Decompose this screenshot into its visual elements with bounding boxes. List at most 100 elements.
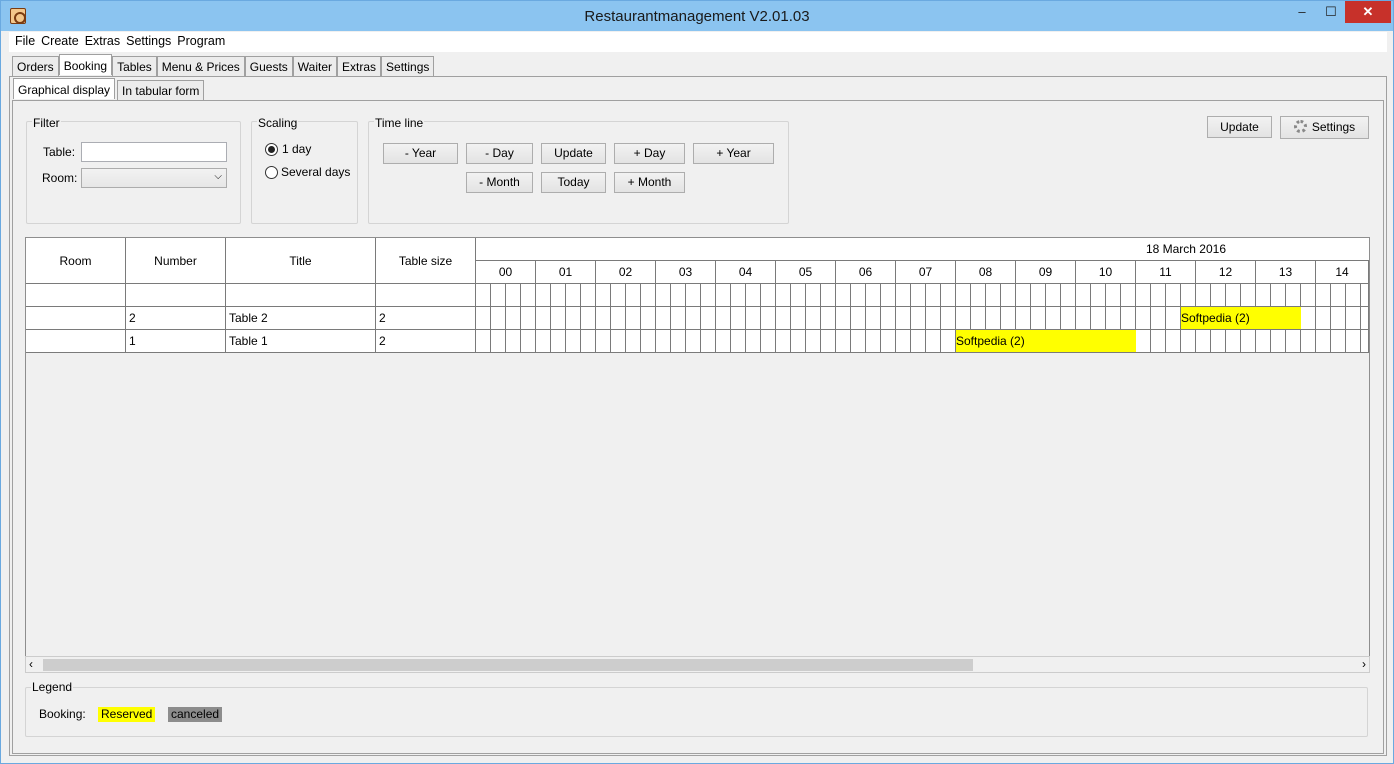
table-field[interactable] [81, 142, 227, 162]
time-slot[interactable] [761, 330, 776, 353]
time-slot[interactable] [641, 307, 656, 330]
time-slot[interactable] [971, 307, 986, 330]
close-button[interactable]: ✕ [1345, 1, 1391, 23]
time-slot[interactable] [791, 330, 806, 353]
time-slot[interactable] [1331, 330, 1346, 353]
tab-tabular-form[interactable]: In tabular form [117, 80, 205, 100]
time-slot[interactable] [866, 330, 881, 353]
time-slot[interactable] [1316, 284, 1331, 307]
time-slot[interactable] [761, 284, 776, 307]
time-slot[interactable] [1196, 330, 1211, 353]
settings-button[interactable]: Settings [1280, 116, 1369, 139]
maximize-button[interactable]: ☐ [1316, 1, 1346, 23]
time-slot[interactable] [1031, 284, 1046, 307]
time-slot[interactable] [656, 284, 671, 307]
time-slot[interactable] [476, 307, 491, 330]
time-slot[interactable] [1061, 284, 1076, 307]
time-slot[interactable] [491, 330, 506, 353]
time-slot[interactable] [1151, 307, 1166, 330]
minus-month-button[interactable]: - Month [466, 172, 533, 193]
time-slot[interactable] [926, 284, 941, 307]
time-slot[interactable] [1271, 330, 1286, 353]
scrollbar-thumb[interactable] [43, 659, 973, 671]
time-slot[interactable] [896, 330, 911, 353]
menu-extras[interactable]: Extras [82, 32, 123, 52]
time-slot[interactable] [851, 307, 866, 330]
time-slot[interactable] [746, 307, 761, 330]
time-slot[interactable] [656, 307, 671, 330]
scaling-1-day-radio[interactable] [265, 143, 278, 156]
room-select[interactable]: ⌵ [81, 168, 227, 188]
time-slot[interactable] [776, 284, 791, 307]
time-slot[interactable] [701, 284, 716, 307]
time-slot[interactable] [941, 284, 956, 307]
time-slot[interactable] [581, 284, 596, 307]
time-slot[interactable] [701, 330, 716, 353]
time-slot[interactable] [1316, 307, 1331, 330]
time-slot[interactable] [1256, 330, 1271, 353]
time-slot[interactable] [941, 307, 956, 330]
time-slot[interactable] [536, 307, 551, 330]
time-slot[interactable] [1151, 284, 1166, 307]
time-slot[interactable] [791, 307, 806, 330]
time-slot[interactable] [1361, 307, 1369, 330]
time-slot[interactable] [881, 330, 896, 353]
tab-settings[interactable]: Settings [381, 56, 435, 76]
time-slot[interactable] [911, 307, 926, 330]
tab-waiter[interactable]: Waiter [292, 56, 338, 76]
time-slot[interactable] [1076, 284, 1091, 307]
time-slot[interactable] [686, 330, 701, 353]
menu-program[interactable]: Program [174, 32, 228, 52]
time-slot[interactable] [1181, 330, 1196, 353]
time-slot[interactable] [521, 330, 536, 353]
menu-create[interactable]: Create [38, 32, 82, 52]
time-slot[interactable] [521, 284, 536, 307]
time-slot[interactable] [821, 330, 836, 353]
time-slot[interactable] [581, 330, 596, 353]
time-slot[interactable] [1226, 330, 1241, 353]
menu-settings[interactable]: Settings [123, 32, 174, 52]
tab-graphical-display[interactable]: Graphical display [13, 78, 116, 99]
title-bar[interactable]: Restaurantmanagement V2.01.03 – ☐ ✕ [1, 1, 1393, 31]
scaling-several-days-radio[interactable] [265, 166, 278, 179]
time-slot[interactable] [731, 330, 746, 353]
time-slot[interactable] [1181, 284, 1196, 307]
tab-orders[interactable]: Orders [12, 56, 59, 76]
time-slot[interactable] [671, 307, 686, 330]
time-slot[interactable] [596, 307, 611, 330]
time-slot[interactable] [626, 330, 641, 353]
time-slot[interactable] [566, 284, 581, 307]
today-button[interactable]: Today [541, 172, 606, 193]
tab-menu-prices[interactable]: Menu & Prices [156, 56, 245, 76]
time-slot[interactable] [626, 284, 641, 307]
time-slot[interactable] [776, 330, 791, 353]
time-slot[interactable] [1016, 284, 1031, 307]
time-slot[interactable] [701, 307, 716, 330]
time-slot[interactable] [506, 330, 521, 353]
time-slot[interactable] [926, 330, 941, 353]
time-slot[interactable] [1166, 284, 1181, 307]
time-slot[interactable] [1331, 284, 1346, 307]
time-slot[interactable] [521, 307, 536, 330]
time-slot[interactable] [1361, 284, 1369, 307]
time-slot[interactable] [866, 284, 881, 307]
time-slot[interactable] [1301, 284, 1316, 307]
time-slot[interactable] [641, 284, 656, 307]
booking-block[interactable]: Softpedia (2) [956, 330, 1136, 352]
time-slot[interactable] [491, 307, 506, 330]
time-slot[interactable] [971, 284, 986, 307]
time-slot[interactable] [851, 330, 866, 353]
time-slot[interactable] [731, 284, 746, 307]
plus-year-button[interactable]: + Year [693, 143, 774, 164]
plus-day-button[interactable]: + Day [614, 143, 685, 164]
time-slot[interactable] [926, 307, 941, 330]
horizontal-scrollbar[interactable]: ‹ › [25, 656, 1370, 673]
time-slot[interactable] [776, 307, 791, 330]
time-slot[interactable] [896, 307, 911, 330]
time-slot[interactable] [551, 330, 566, 353]
time-slot[interactable] [596, 284, 611, 307]
time-slot[interactable] [1166, 307, 1181, 330]
time-slot[interactable] [1001, 307, 1016, 330]
time-slot[interactable] [1361, 330, 1369, 353]
timeline-update-button[interactable]: Update [541, 143, 606, 164]
